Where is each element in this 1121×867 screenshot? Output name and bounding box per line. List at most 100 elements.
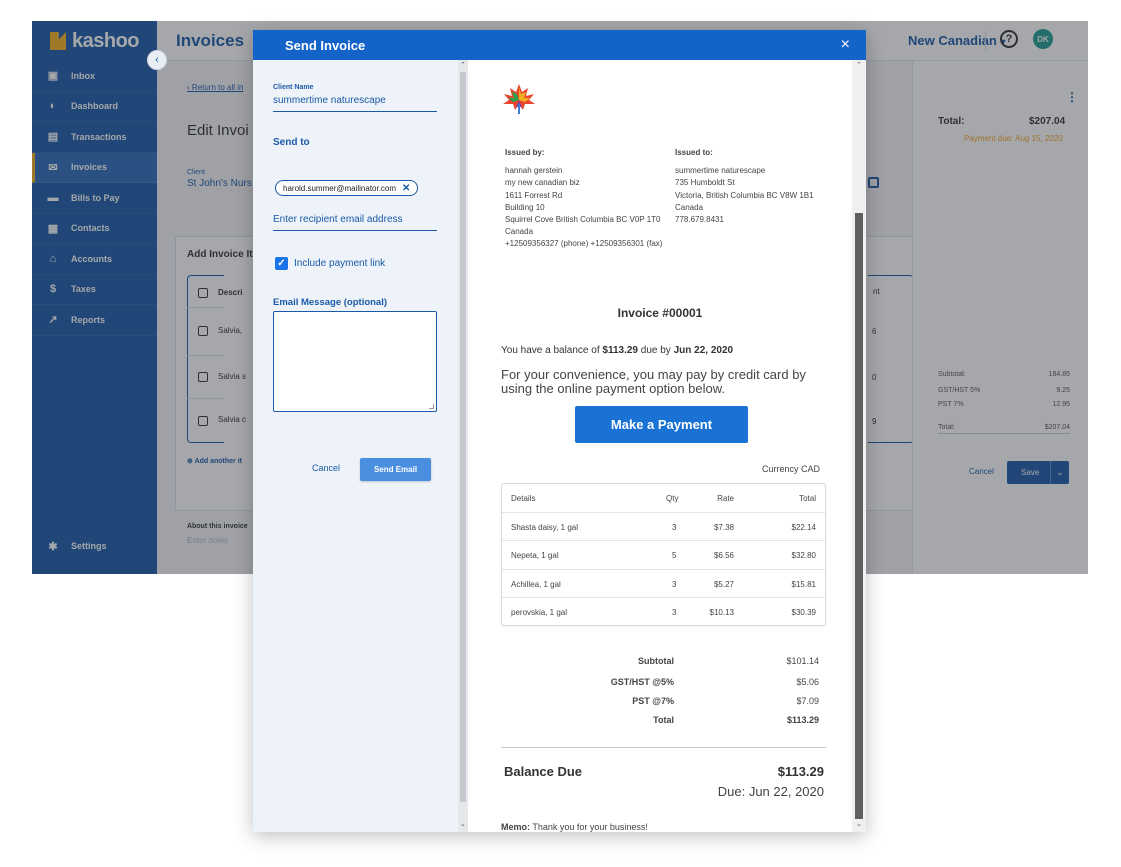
cell-qty: 5 bbox=[672, 551, 677, 560]
balance-line: You have a balance of $113.29 due by Jun… bbox=[501, 345, 733, 356]
cell-total: $32.80 bbox=[791, 551, 816, 560]
cell-qty: 3 bbox=[672, 608, 677, 617]
address-line: 1611 Forrest Rd bbox=[505, 190, 563, 200]
collapse-sidebar-button[interactable]: ‹ bbox=[147, 50, 167, 70]
balance-due-value: $113.29 bbox=[777, 764, 824, 779]
column-header: Qty bbox=[666, 494, 679, 503]
table-row: Shasta daisy, 1 gal 3 $7.38 $22.14 bbox=[502, 513, 825, 541]
cell-total: $30.39 bbox=[791, 608, 816, 617]
send-invoice-dialog: Send Invoice × Client Name summertime na… bbox=[253, 30, 866, 832]
address-line: summertime naturescape bbox=[675, 166, 766, 176]
column-header: Total bbox=[799, 494, 816, 503]
cell-qty: 3 bbox=[672, 579, 677, 589]
currency-value: CAD bbox=[801, 464, 821, 474]
recipient-email: harold.summer@mailinator.com bbox=[283, 183, 397, 193]
issued-to-block: Issued to: summertime naturescape 735 Hum… bbox=[675, 147, 814, 226]
send-email-button[interactable]: Send Email bbox=[360, 458, 431, 481]
email-form-pane: Client Name summertime naturescape Send … bbox=[253, 60, 458, 832]
currency-line: Currency CAD bbox=[762, 464, 820, 474]
close-icon[interactable]: × bbox=[841, 36, 850, 54]
cell-details: Shasta daisy, 1 gal bbox=[511, 522, 579, 532]
cell-details: perovskia, 1 gal bbox=[511, 608, 568, 617]
currency-label: Currency bbox=[762, 464, 799, 474]
column-header: Details bbox=[511, 494, 536, 503]
address-line: Squirrel Cove British Columbia BC V0P 1T… bbox=[505, 215, 661, 225]
totals-label: Subtotal bbox=[638, 656, 674, 666]
table-row: perovskia, 1 gal 3 $10.13 $30.39 bbox=[502, 598, 825, 627]
invoice-title: Invoice #00001 bbox=[617, 306, 703, 320]
dialog-header: Send Invoice × bbox=[253, 30, 866, 60]
email-message-textarea[interactable] bbox=[273, 311, 437, 412]
preview-scrollbar[interactable]: ⌃ ⌄ bbox=[852, 60, 866, 832]
field-underline bbox=[273, 111, 437, 112]
balance-prefix: You have a balance of bbox=[501, 345, 603, 356]
address-line: 778.679.8431 bbox=[675, 215, 724, 225]
totals-label: Total bbox=[653, 715, 674, 725]
balance-divider bbox=[501, 747, 826, 748]
address-line: Building 10 bbox=[505, 202, 545, 212]
balance-date: Jun 22, 2020 bbox=[673, 345, 734, 356]
memo: Memo: Thank you for your business! bbox=[501, 822, 648, 832]
totals-value: $101.14 bbox=[786, 656, 819, 666]
balance-amount: $113.29 bbox=[602, 345, 638, 356]
email-message-label: Email Message (optional) bbox=[273, 297, 388, 308]
balance-mid: due by bbox=[638, 345, 674, 356]
scrollbar-thumb[interactable] bbox=[855, 213, 863, 819]
scrollbar-thumb[interactable] bbox=[460, 72, 466, 802]
cell-rate: $10.13 bbox=[709, 608, 734, 617]
table-row: Nepeta, 1 gal 5 $6.56 $32.80 bbox=[502, 541, 825, 570]
table-row: Achillea, 1 gal 3 $5.27 $15.81 bbox=[502, 570, 825, 598]
line-items-table: Details Qty Rate Total Shasta daisy, 1 g… bbox=[501, 483, 826, 626]
scroll-down-icon[interactable]: ⌄ bbox=[856, 820, 862, 828]
cell-qty: 3 bbox=[672, 522, 677, 532]
totals-label: PST @7% bbox=[632, 696, 674, 706]
table-header-row: Details Qty Rate Total bbox=[502, 484, 825, 513]
memo-label: Memo: bbox=[501, 822, 530, 832]
include-payment-link-label[interactable]: Include payment link bbox=[294, 258, 385, 269]
issued-to-label: Issued to: bbox=[675, 148, 713, 157]
totals-value: $7.09 bbox=[796, 696, 819, 706]
cell-rate: $5.27 bbox=[713, 579, 734, 589]
form-scrollbar[interactable]: ⌃ ⌄ bbox=[458, 60, 468, 832]
dialog-title: Send Invoice bbox=[285, 37, 366, 53]
cell-rate: $7.38 bbox=[713, 522, 734, 532]
cancel-button[interactable]: Cancel bbox=[312, 463, 340, 473]
totals-value: $113.29 bbox=[786, 715, 819, 725]
issued-by-block: Issued by: hannah gerstein my new canadia… bbox=[505, 147, 662, 251]
send-to-label: Send to bbox=[273, 137, 310, 148]
totals-label: GST/HST @5% bbox=[610, 677, 674, 687]
make-payment-button[interactable]: Make a Payment bbox=[575, 406, 748, 443]
memo-text: Thank you for your business! bbox=[530, 822, 648, 832]
column-header: Rate bbox=[717, 494, 734, 503]
cell-total: $15.81 bbox=[791, 579, 816, 589]
scroll-down-icon[interactable]: ⌄ bbox=[460, 820, 466, 828]
client-name-field[interactable]: summertime naturescape bbox=[273, 95, 386, 106]
address-line: my new canadian biz bbox=[505, 178, 580, 188]
scroll-up-icon[interactable]: ⌃ bbox=[856, 61, 862, 69]
recipient-email-input[interactable]: Enter recipient email address bbox=[273, 214, 403, 225]
cell-details: Nepeta, 1 gal bbox=[511, 551, 559, 560]
address-line: Victoria, British Columbia BC V8W 1B1 bbox=[675, 190, 814, 200]
address-line: hannah gerstein bbox=[505, 166, 563, 176]
recipient-chip[interactable]: harold.summer@mailinator.com ✕ bbox=[275, 180, 419, 196]
address-line: Canada bbox=[505, 227, 534, 237]
due-date: Due: Jun 22, 2020 bbox=[717, 784, 824, 799]
cell-total: $22.14 bbox=[791, 522, 816, 532]
field-underline bbox=[273, 230, 437, 231]
invoice-preview: Issued by: hannah gerstein my new canadia… bbox=[468, 60, 852, 832]
scroll-up-icon[interactable]: ⌃ bbox=[460, 61, 466, 69]
address-line: 735 Humboldt St bbox=[675, 178, 735, 188]
address-line: +12509356327 (phone) +12509356301 (fax) bbox=[505, 239, 663, 249]
totals-value: $5.06 bbox=[796, 677, 819, 687]
include-payment-link-checkbox[interactable]: ✓ bbox=[275, 257, 288, 270]
address-line: Canada bbox=[675, 202, 704, 212]
maple-leaf-logo-icon bbox=[503, 84, 535, 114]
issued-by-label: Issued by: bbox=[505, 148, 545, 157]
remove-recipient-icon[interactable]: ✕ bbox=[402, 183, 410, 194]
cell-details: Achillea, 1 gal bbox=[511, 579, 561, 589]
convenience-text: For your convenience, you may pay by cre… bbox=[501, 367, 806, 396]
balance-due-label: Balance Due bbox=[504, 764, 583, 779]
client-name-label: Client Name bbox=[273, 84, 314, 91]
resize-handle[interactable] bbox=[429, 404, 434, 409]
cell-rate: $6.56 bbox=[713, 551, 734, 560]
